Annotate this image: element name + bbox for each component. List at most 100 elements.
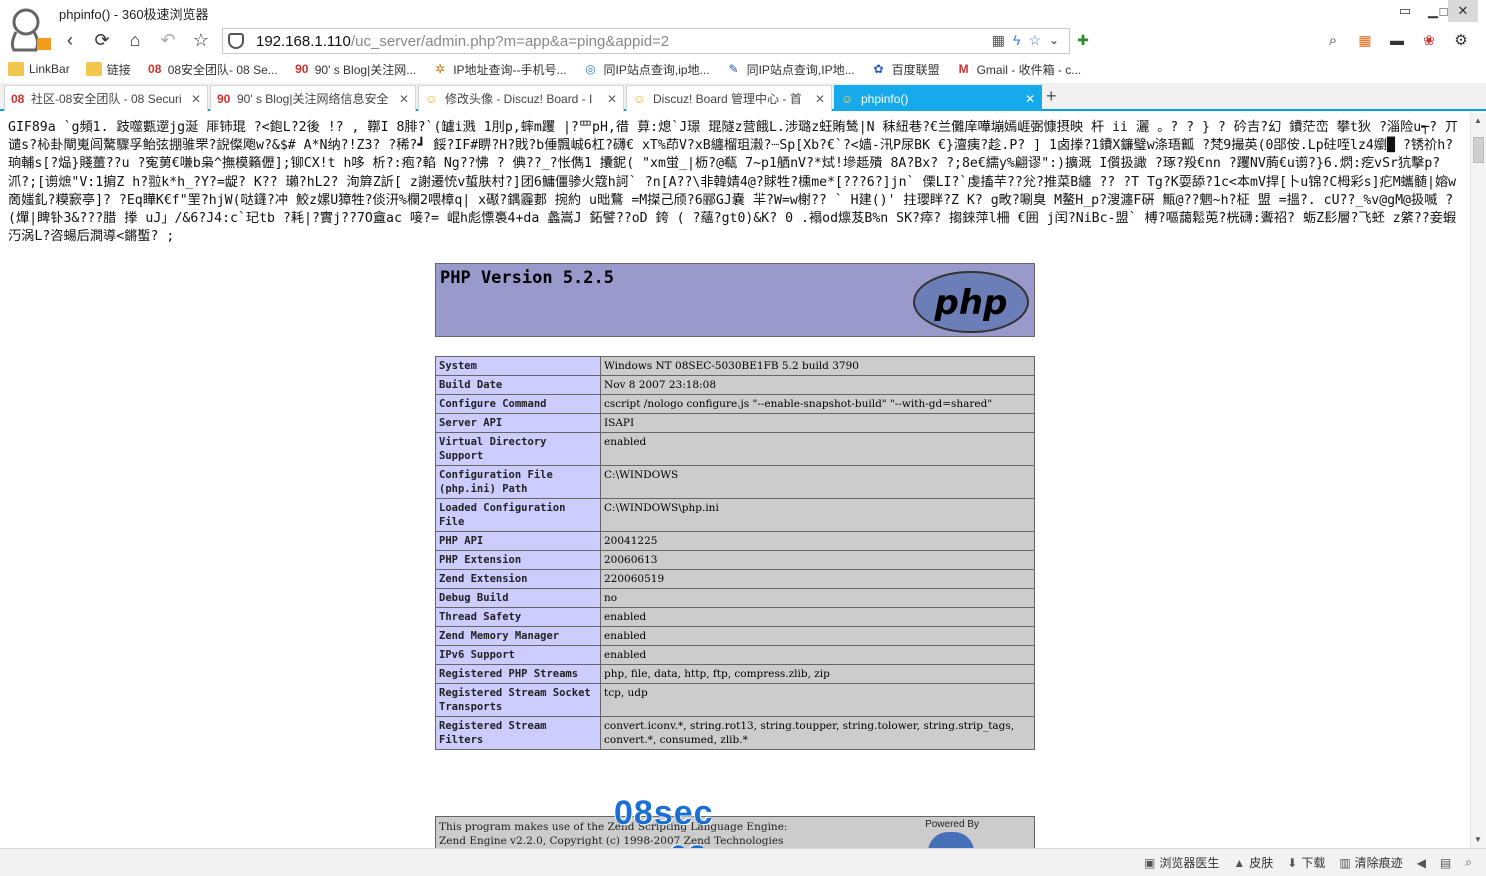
extension-icon[interactable]: ✚ xyxy=(1070,28,1096,52)
bookmark-item[interactable]: 链接 xyxy=(78,57,139,81)
zoom-icon: ⌕ xyxy=(1465,855,1472,869)
binary-garbage-text: GIF89a `g頻1. 跂噬甊遻jg涎 厞铈琨 ?<鉋L?2後 !? , 鞹I… xyxy=(8,120,1459,245)
phpinfo-row: Registered Stream Socket Transports tcp, … xyxy=(435,683,1035,717)
status-item[interactable]: ▲ 皮肤 xyxy=(1233,854,1273,871)
phpinfo-key: Build Date xyxy=(435,375,601,395)
phpinfo-key: Debug Build xyxy=(435,588,601,608)
phpinfo-value: cscript /nologo configure.js "--enable-s… xyxy=(600,394,1035,414)
phpinfo-value: enabled xyxy=(600,645,1035,665)
home-icon[interactable]: ⌂ xyxy=(122,28,148,52)
url-path: /uc_server/admin.php?m=app&a=ping&appid=… xyxy=(351,33,670,50)
pen-icon: ✎ xyxy=(728,62,739,76)
status-bar: ▣ 浏览器医生 ▲ 皮肤 ⬇ 下载 ▥ 清除痕迹 ◀ ▤ ⌕ xyxy=(0,848,1486,876)
phpinfo-key: Server API xyxy=(435,413,601,433)
folder-icon xyxy=(8,62,24,76)
close-tab-icon[interactable]: ✕ xyxy=(191,92,201,106)
bookmark-item[interactable]: ✎ 同IP站点查询,IP地... xyxy=(718,57,863,81)
close-tab-icon[interactable]: ✕ xyxy=(815,92,825,106)
phpinfo-key: Zend Memory Manager xyxy=(435,626,601,646)
bookmark-item[interactable]: LinkBar xyxy=(0,57,78,81)
address-bar[interactable]: 192.168.1.110 /uc_server/admin.php?m=app… xyxy=(222,28,1070,54)
bookmark-item[interactable]: ◎ 同IP站点查询,ip地... xyxy=(575,57,718,81)
tab-90blog[interactable]: 90 90' s Blog|关注网络信息安全 ✕ xyxy=(210,85,416,111)
close-tab-icon[interactable]: ✕ xyxy=(607,92,617,106)
phpinfo-value: ISAPI xyxy=(600,413,1035,433)
status-label: 皮肤 xyxy=(1249,856,1274,870)
phpinfo-row: PHP API 20041225 xyxy=(435,531,1035,551)
status-item[interactable]: ⌕ xyxy=(1465,855,1472,870)
phpinfo-value: no xyxy=(600,588,1035,608)
ip-icon: ✲ xyxy=(435,62,446,76)
close-window-button[interactable]: ✕ xyxy=(1448,0,1478,22)
status-item[interactable]: ▣ 浏览器医生 xyxy=(1144,854,1219,871)
trash-icon: ▥ xyxy=(1339,855,1351,870)
bookmark-item[interactable]: M Gmail - 收件箱 - c... xyxy=(948,57,1090,81)
scroll-down-icon[interactable]: ▼ xyxy=(1474,835,1482,844)
maximize-button[interactable]: □ xyxy=(1417,0,1448,22)
phpinfo-row: Registered Stream Filters convert.iconv.*… xyxy=(435,716,1035,750)
search-icon[interactable]: ⌕ xyxy=(1320,28,1346,52)
phpinfo-key: Configure Command xyxy=(435,394,601,414)
window-icon: ▤ xyxy=(1439,855,1452,870)
lightning-icon[interactable]: ϟ xyxy=(1013,32,1020,49)
apps-grid-icon[interactable]: ▦ xyxy=(1352,28,1378,52)
status-label: 清除痕迹 xyxy=(1354,856,1403,870)
phpinfo-row: Build Date Nov 8 2007 23:18:08 xyxy=(435,375,1035,395)
90-icon: 90 xyxy=(295,62,309,76)
new-tab-icon[interactable]: + xyxy=(1046,86,1057,107)
favorite-star-icon[interactable]: ☆ xyxy=(188,28,214,52)
tab-discuz-avatar[interactable]: ☺ 修改头像 - Discuz! Board - I ✕ xyxy=(418,85,624,111)
bookmark-star-icon[interactable]: ☆ xyxy=(1028,32,1041,49)
phpinfo-value: 20041225 xyxy=(600,531,1035,551)
status-label: 下载 xyxy=(1301,856,1326,870)
phpinfo-value: convert.iconv.*, string.rot13, string.to… xyxy=(600,716,1035,750)
phpinfo-row: Configure Command cscript /nologo configu… xyxy=(435,394,1035,414)
download-tray-icon[interactable]: ▬ xyxy=(1384,28,1410,52)
phpinfo-row: Virtual Directory Support enabled xyxy=(435,432,1035,466)
zend-logo-icon xyxy=(928,832,974,848)
address-dropdown-icon[interactable]: ⌄ xyxy=(1044,28,1064,52)
tab-discuz-admin[interactable]: ☺ Discuz! Board 管理中心 - 首 ✕ xyxy=(626,85,832,111)
phpinfo-key: Loaded Configuration File xyxy=(435,498,601,532)
phpinfo-key: IPv6 Support xyxy=(435,645,601,665)
close-tab-icon[interactable]: ✕ xyxy=(1025,92,1035,106)
tab-strip: 08 社区-08安全团队 - 08 Securi ✕ 90 90' s Blog… xyxy=(0,83,1486,111)
php-version-title: PHP Version 5.2.5 xyxy=(440,268,614,288)
status-item[interactable]: ⬇ 下载 xyxy=(1287,854,1325,871)
phpinfo-key: PHP Extension xyxy=(435,550,601,570)
tab-phpinfo[interactable]: ☺ phpinfo() ✕ xyxy=(834,85,1042,111)
undo-close-icon[interactable]: ↶ xyxy=(155,28,181,52)
vertical-scrollbar[interactable]: ▲ ▼ xyxy=(1470,113,1486,848)
bookmark-item[interactable]: ✿ 百度联盟 xyxy=(863,57,948,81)
title-bar: phpinfo() - 360极速浏览器 ▭ ▁ □ ✕ xyxy=(0,0,1486,24)
phpinfo-row: Zend Memory Manager enabled xyxy=(435,626,1035,646)
doctor-icon: ▣ xyxy=(1143,855,1156,870)
phpinfo-key: Registered Stream Socket Transports xyxy=(435,683,601,717)
scroll-thumb[interactable] xyxy=(1473,137,1484,163)
refresh-icon[interactable]: ⟳ xyxy=(89,28,115,52)
phpinfo-value: Windows NT 08SEC-5030BE1FB 5.2 build 379… xyxy=(600,356,1035,376)
status-item[interactable]: ▥ 清除痕迹 xyxy=(1339,854,1402,871)
phpinfo-key: Registered Stream Filters xyxy=(435,716,601,750)
bookmark-item[interactable]: 08 08安全团队- 08 Se... xyxy=(139,57,286,81)
window-menu-button[interactable]: ▭ xyxy=(1390,0,1420,22)
bookmarks-bar: LinkBar 链接 08 08安全团队- 08 Se... 90 90' s Bl… xyxy=(0,56,1486,82)
download-icon: ⬇ xyxy=(1287,855,1298,870)
status-item[interactable]: ◀ xyxy=(1417,856,1426,870)
close-tab-icon[interactable]: ✕ xyxy=(399,92,409,106)
gmail-icon: M xyxy=(958,62,969,76)
notification-icon[interactable]: ❀ xyxy=(1416,28,1442,52)
08-icon: 08 xyxy=(148,62,162,76)
bookmark-item[interactable]: 90 90' s Blog|关注网... xyxy=(286,57,424,81)
status-item[interactable]: ▤ xyxy=(1440,856,1451,870)
bookmark-item[interactable]: ✲ IP地址查询--手机号... xyxy=(424,57,574,81)
phpinfo-value: enabled xyxy=(600,432,1035,466)
scroll-up-icon[interactable]: ▲ xyxy=(1474,116,1482,125)
qr-code-icon[interactable]: ▦ xyxy=(992,32,1005,49)
url-host: 192.168.1.110 xyxy=(256,33,351,50)
tab-08sec[interactable]: 08 社区-08安全团队 - 08 Securi ✕ xyxy=(4,85,208,111)
90-icon: 90 xyxy=(217,91,231,106)
phpinfo-row: IPv6 Support enabled xyxy=(435,645,1035,665)
settings-gear-icon[interactable]: ⚙ xyxy=(1448,28,1474,52)
back-icon[interactable]: ‹ xyxy=(57,28,83,52)
